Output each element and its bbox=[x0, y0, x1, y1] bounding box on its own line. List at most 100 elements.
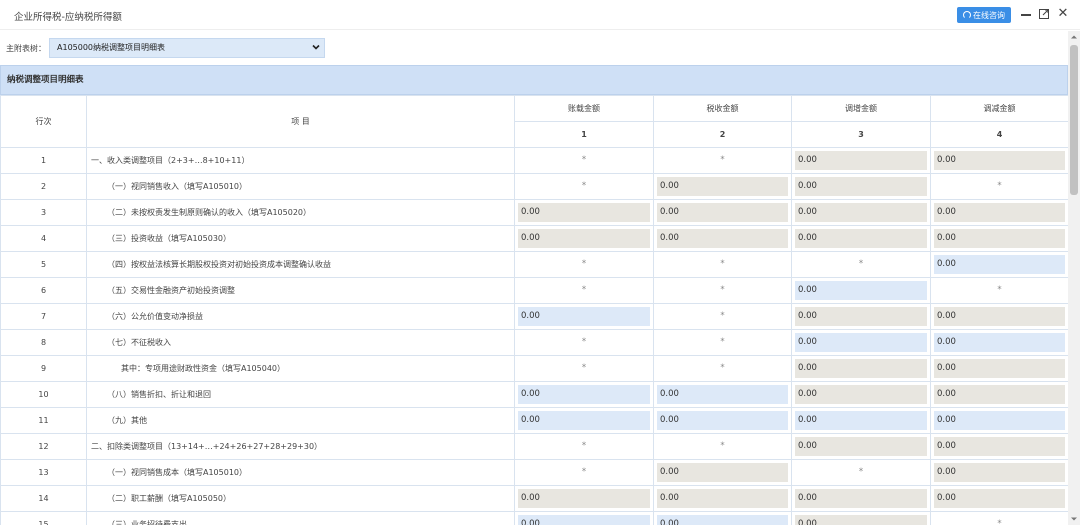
amount-cell: 0.00 bbox=[653, 225, 792, 252]
row-number: 14 bbox=[0, 485, 87, 512]
row-item-label: （三）业务招待费支出 bbox=[86, 511, 515, 525]
row-number: 10 bbox=[0, 381, 87, 408]
row-number: 4 bbox=[0, 225, 87, 252]
amount-readonly: 0.00 bbox=[795, 489, 927, 508]
amount-input[interactable]: 0.00 bbox=[657, 385, 788, 404]
amount-cell: 0.00 bbox=[930, 433, 1068, 460]
row-number: 12 bbox=[0, 433, 87, 460]
table-row: 6 （五）交易性金融资产初始投资调整 * * 0.00 * bbox=[0, 277, 1068, 304]
amount-cell: 0.00 bbox=[514, 511, 654, 525]
table-row: 13 （一）视同销售成本（填写A105010） * 0.00 * 0.00 bbox=[0, 459, 1068, 486]
amount-cell: * bbox=[514, 329, 654, 356]
row-item-label: 二、扣除类调整项目（13+14+…+24+26+27+28+29+30） bbox=[86, 433, 515, 460]
close-button[interactable]: ✕ bbox=[1056, 6, 1070, 22]
amount-cell: * bbox=[514, 277, 654, 304]
amount-not-applicable: * bbox=[581, 259, 587, 269]
header-col-number: 2 bbox=[653, 121, 792, 148]
scroll-up-icon[interactable] bbox=[1070, 33, 1078, 41]
amount-cell: 0.00 bbox=[514, 303, 654, 330]
amount-input[interactable]: 0.00 bbox=[795, 411, 927, 430]
amount-cell: 0.00 bbox=[653, 199, 792, 226]
amount-cell: 0.00 bbox=[930, 407, 1068, 434]
amount-readonly: 0.00 bbox=[657, 177, 788, 196]
table-row: 5 （四）按权益法核算长期股权投资对初始投资成本调整确认收益 * * * 0.00 bbox=[0, 251, 1068, 278]
amount-readonly: 0.00 bbox=[795, 203, 927, 222]
amount-not-applicable: * bbox=[581, 441, 587, 451]
amount-not-applicable: * bbox=[720, 311, 725, 321]
amount-cell: * bbox=[653, 433, 792, 460]
headset-icon bbox=[963, 11, 971, 19]
row-item-label: （六）公允价值变动净损益 bbox=[86, 303, 515, 330]
amount-cell: 0.00 bbox=[514, 381, 654, 408]
amount-readonly: 0.00 bbox=[657, 489, 788, 508]
amount-input[interactable]: 0.00 bbox=[934, 333, 1065, 352]
amount-readonly: 0.00 bbox=[795, 151, 927, 170]
row-number: 1 bbox=[0, 147, 87, 174]
row-item-label: （九）其他 bbox=[86, 407, 515, 434]
amount-cell: 0.00 bbox=[791, 511, 931, 525]
header-decrease-amount: 调减金额 bbox=[930, 95, 1068, 122]
minimize-button[interactable] bbox=[1019, 6, 1033, 22]
amount-cell: 0.00 bbox=[514, 485, 654, 512]
scrollbar-thumb[interactable] bbox=[1070, 45, 1078, 195]
row-item-label: 其中：专项用途财政性资金（填写A105040） bbox=[86, 355, 515, 382]
amount-readonly: 0.00 bbox=[934, 359, 1065, 378]
amount-cell: 0.00 bbox=[791, 433, 931, 460]
amount-cell: 0.00 bbox=[653, 459, 792, 486]
amount-input[interactable]: 0.00 bbox=[518, 385, 650, 404]
amount-input[interactable]: 0.00 bbox=[795, 281, 927, 300]
table-row: 11 （九）其他 0.00 0.00 0.00 0.00 bbox=[0, 407, 1068, 434]
section-title: 纳税调整项目明细表 bbox=[0, 65, 1068, 95]
amount-readonly: 0.00 bbox=[795, 229, 927, 248]
vertical-scrollbar[interactable] bbox=[1068, 31, 1080, 525]
amount-readonly: 0.00 bbox=[657, 229, 788, 248]
amount-not-applicable: * bbox=[997, 181, 1002, 191]
amount-not-applicable: * bbox=[720, 337, 725, 347]
amount-not-applicable: * bbox=[858, 467, 864, 477]
amount-input[interactable]: 0.00 bbox=[657, 411, 788, 430]
online-consult-button[interactable]: 在线咨询 bbox=[957, 7, 1011, 23]
amount-not-applicable: * bbox=[581, 181, 587, 191]
amount-not-applicable: * bbox=[720, 363, 725, 373]
amount-cell: 0.00 bbox=[653, 407, 792, 434]
amount-not-applicable: * bbox=[997, 285, 1002, 295]
row-number: 15 bbox=[0, 511, 87, 525]
amount-input[interactable]: 0.00 bbox=[795, 333, 927, 352]
amount-input[interactable]: 0.00 bbox=[518, 515, 650, 525]
table-row: 10 （八）销售折扣、折让和退回 0.00 0.00 0.00 0.00 bbox=[0, 381, 1068, 408]
amount-cell: 0.00 bbox=[930, 329, 1068, 356]
form-tree-select[interactable]: A105000纳税调整项目明细表 bbox=[49, 38, 325, 58]
amount-readonly: 0.00 bbox=[795, 437, 927, 456]
header-increase-amount: 调增金额 bbox=[791, 95, 931, 122]
amount-input[interactable]: 0.00 bbox=[934, 411, 1065, 430]
amount-readonly: 0.00 bbox=[795, 307, 927, 326]
amount-cell: * bbox=[653, 303, 792, 330]
amount-cell: 0.00 bbox=[791, 303, 931, 330]
amount-cell: 0.00 bbox=[514, 199, 654, 226]
amount-input[interactable]: 0.00 bbox=[518, 411, 650, 430]
amount-readonly: 0.00 bbox=[934, 151, 1065, 170]
minimize-icon bbox=[1021, 14, 1031, 16]
amount-input[interactable]: 0.00 bbox=[518, 307, 650, 326]
adjustment-table: 行次 项 目 账载金额 税收金额 调增金额 调减金额 1 2 3 4 1 一、收入… bbox=[0, 95, 1068, 525]
amount-cell: 0.00 bbox=[930, 147, 1068, 174]
amount-readonly: 0.00 bbox=[518, 229, 650, 248]
amount-readonly: 0.00 bbox=[934, 203, 1065, 222]
maximize-button[interactable] bbox=[1037, 6, 1051, 22]
form-tree-label: 主附表树： bbox=[6, 44, 46, 53]
scroll-down-icon[interactable] bbox=[1070, 515, 1078, 523]
amount-not-applicable: * bbox=[581, 337, 587, 347]
amount-readonly: 0.00 bbox=[795, 359, 927, 378]
amount-input[interactable]: 0.00 bbox=[657, 515, 788, 525]
chevron-down-icon bbox=[312, 44, 320, 50]
header-item: 项 目 bbox=[86, 95, 515, 148]
amount-readonly: 0.00 bbox=[518, 489, 650, 508]
header-col-number: 1 bbox=[514, 121, 654, 148]
row-number: 9 bbox=[0, 355, 87, 382]
amount-cell: 0.00 bbox=[514, 225, 654, 252]
amount-not-applicable: * bbox=[997, 519, 1002, 525]
amount-cell: * bbox=[514, 173, 654, 200]
header-row-no: 行次 bbox=[0, 95, 87, 148]
amount-cell: 0.00 bbox=[930, 251, 1068, 278]
amount-input[interactable]: 0.00 bbox=[934, 255, 1065, 274]
